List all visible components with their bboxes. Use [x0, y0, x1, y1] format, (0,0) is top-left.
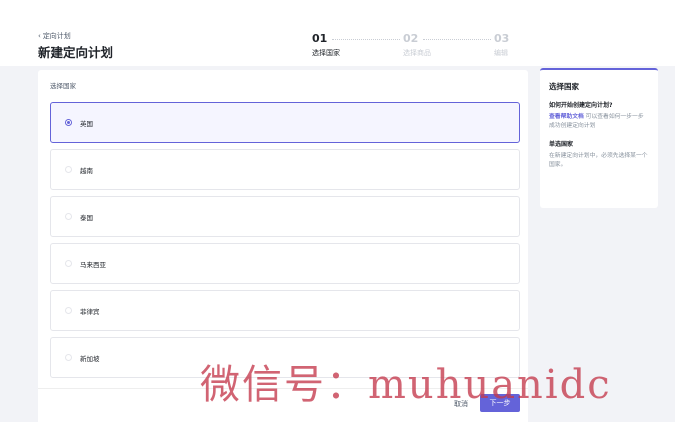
section-label: 选择国家 — [50, 82, 76, 90]
help-text: 查看帮助文档 可以查看如何一步一步成功创建定向计划 — [549, 113, 649, 131]
step-2: 02 选择商品 — [403, 33, 431, 58]
radio-button[interactable] — [65, 213, 72, 220]
help-question: 如何开始创建定向计划? — [549, 102, 613, 109]
help-doc-link[interactable]: 查看帮助文档 — [549, 114, 584, 120]
back-link-label: 定向计划 — [42, 32, 71, 40]
help-question: 单选国家 — [549, 141, 574, 148]
radio-button[interactable] — [65, 307, 72, 314]
footer-bar: 取消 下一步 — [38, 388, 528, 422]
help-panel: 选择国家 如何开始创建定向计划? 查看帮助文档 可以查看如何一步一步成功创建定向… — [540, 68, 658, 208]
page-title: 新建定向计划 — [38, 45, 114, 60]
country-select-card: 选择国家 英国 越南 泰国 马来西亚 菲律宾 新加坡 — [38, 70, 528, 422]
step-3-label: 编辑 — [494, 49, 508, 57]
step-connector — [332, 39, 400, 40]
step-3: 03 编辑 — [494, 33, 509, 58]
help-text: 在新建定向计划中，必须先选择某一个国家。 — [549, 153, 648, 168]
country-option-label: 新加坡 — [80, 354, 100, 363]
help-title: 选择国家 — [549, 82, 579, 91]
radio-button[interactable] — [65, 354, 72, 361]
radio-button[interactable] — [65, 119, 72, 126]
country-option-singapore[interactable]: 新加坡 — [50, 337, 520, 378]
country-option-label: 英国 — [80, 119, 93, 128]
next-button[interactable]: 下一步 — [480, 394, 520, 412]
country-option-label: 菲律宾 — [80, 307, 100, 316]
country-option-label: 马来西亚 — [80, 260, 106, 269]
country-option-uk[interactable]: 英国 — [50, 102, 520, 143]
country-option-label: 越南 — [80, 166, 93, 175]
country-option-malaysia[interactable]: 马来西亚 — [50, 243, 520, 284]
radio-button[interactable] — [65, 166, 72, 173]
page-header: ‹ 定向计划 新建定向计划 01 选择国家 02 选择商品 03 编辑 — [0, 0, 675, 66]
step-connector — [423, 39, 491, 40]
cancel-button[interactable]: 取消 — [446, 395, 476, 413]
step-1: 01 选择国家 — [312, 33, 340, 58]
radio-button[interactable] — [65, 260, 72, 267]
country-option-thailand[interactable]: 泰国 — [50, 196, 520, 237]
back-link[interactable]: ‹ 定向计划 — [38, 31, 71, 41]
step-3-number: 03 — [494, 32, 510, 45]
country-option-philippines[interactable]: 菲律宾 — [50, 290, 520, 331]
country-option-label: 泰国 — [80, 213, 93, 222]
country-option-vietnam[interactable]: 越南 — [50, 149, 520, 190]
step-1-label: 选择国家 — [312, 49, 340, 57]
step-2-label: 选择商品 — [403, 49, 431, 57]
chevron-left-icon: ‹ — [38, 31, 41, 40]
